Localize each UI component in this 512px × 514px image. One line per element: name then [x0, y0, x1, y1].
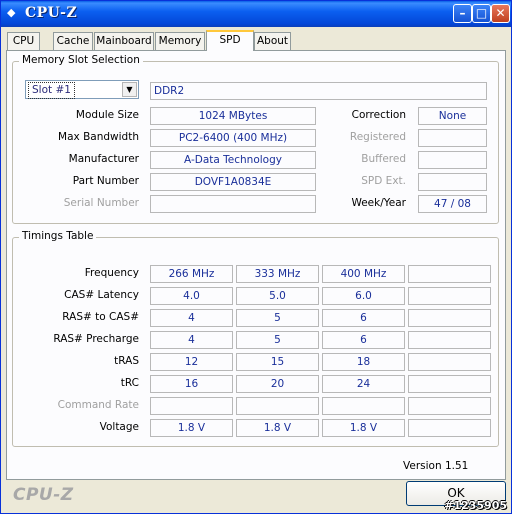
timing-row-label: tRC — [120, 377, 139, 389]
minimize-icon: – — [459, 6, 466, 20]
buffered-field — [418, 151, 487, 169]
module-size-field: 1024 MBytes — [150, 107, 316, 125]
timing-cell — [408, 287, 491, 305]
timing-cell — [322, 397, 405, 415]
timing-cell: 16 — [150, 375, 233, 393]
slot-select-value: Slot #1 — [28, 82, 75, 99]
close-icon: ✕ — [495, 6, 506, 20]
cpuz-logo: CPU-Z — [13, 485, 74, 505]
timing-cell: 4 — [150, 331, 233, 349]
memory-type-field: DDR2 — [150, 82, 487, 100]
tab-about[interactable]: About — [254, 32, 291, 50]
buffered-label: Buffered — [361, 153, 406, 165]
spd-ext-label: SPD Ext. — [361, 175, 406, 187]
timing-cell: 20 — [236, 375, 319, 393]
timing-cell: 6 — [322, 331, 405, 349]
timing-row-label: RAS# to CAS# — [62, 311, 139, 323]
maximize-button[interactable]: □ — [472, 4, 491, 23]
max-bandwidth-field: PC2-6400 (400 MHz) — [150, 129, 316, 147]
slot-select[interactable]: Slot #1 ▼ — [25, 80, 139, 99]
memory-slot-selection-title: Memory Slot Selection — [19, 54, 143, 66]
timing-cell: 5 — [236, 331, 319, 349]
manufacturer-field: A-Data Technology — [150, 151, 316, 169]
spd-ext-field — [418, 173, 487, 191]
tab-memory[interactable]: Memory — [155, 32, 205, 50]
timing-cell: 18 — [322, 353, 405, 371]
timing-cell: 6 — [322, 309, 405, 327]
serial-number-label: Serial Number — [63, 197, 139, 209]
timings-table-title: Timings Table — [19, 230, 97, 242]
max-bandwidth-label: Max Bandwidth — [58, 131, 139, 143]
part-number-field: DOVF1A0834E — [150, 173, 316, 191]
timing-cell — [408, 397, 491, 415]
timings-table-group: Timings Table Frequency 266 MHz 333 MHz … — [12, 230, 499, 447]
timing-cell: 1.8 V — [150, 419, 233, 437]
timing-cell — [236, 397, 319, 415]
timing-cell: 4.0 — [150, 287, 233, 305]
tab-cache[interactable]: Cache — [53, 32, 93, 50]
timing-row-label: CAS# Latency — [64, 289, 139, 301]
timing-row-label: RAS# Precharge — [53, 333, 139, 345]
timing-row-label: Voltage — [99, 421, 139, 433]
timing-cell: 333 MHz — [236, 265, 319, 283]
timing-cell — [408, 309, 491, 327]
timing-row-label: Frequency — [84, 267, 139, 279]
spd-panel: Memory Slot Selection Slot #1 ▼ DDR2 Mod… — [6, 50, 506, 480]
timing-cell: 5.0 — [236, 287, 319, 305]
week-year-field: 47 / 08 — [418, 195, 487, 213]
timing-cell: 400 MHz — [322, 265, 405, 283]
timing-cell — [408, 331, 491, 349]
registered-field — [418, 129, 487, 147]
timing-cell: 1.8 V — [322, 419, 405, 437]
version-label: Version 1.51 — [403, 460, 469, 472]
cpuz-window: ◆ CPU-Z – □ ✕ CPU Cache Mainboard Memory… — [0, 0, 512, 514]
tab-mainboard[interactable]: Mainboard — [94, 32, 154, 50]
tab-cpu[interactable]: CPU — [7, 32, 40, 50]
timing-cell: 1.8 V — [236, 419, 319, 437]
timing-cell — [408, 265, 491, 283]
timing-cell — [408, 419, 491, 437]
timing-cell: 24 — [322, 375, 405, 393]
timing-cell — [408, 375, 491, 393]
title-bar[interactable]: ◆ CPU-Z – □ ✕ — [1, 1, 511, 27]
tab-spd[interactable]: SPD — [206, 30, 254, 51]
week-year-label: Week/Year — [351, 197, 406, 209]
timing-cell — [408, 353, 491, 371]
timing-cell: 15 — [236, 353, 319, 371]
minimize-button[interactable]: – — [453, 4, 472, 23]
timing-cell: 266 MHz — [150, 265, 233, 283]
timing-cell: 12 — [150, 353, 233, 371]
timing-cell: 5 — [236, 309, 319, 327]
registered-label: Registered — [349, 131, 406, 143]
module-size-label: Module Size — [75, 109, 139, 121]
app-icon: ◆ — [7, 6, 16, 19]
timing-row-label: tRAS — [114, 355, 139, 367]
correction-label: Correction — [351, 109, 406, 121]
correction-field: None — [418, 107, 487, 125]
window-title: CPU-Z — [25, 5, 78, 21]
timing-cell: 4 — [150, 309, 233, 327]
part-number-label: Part Number — [72, 175, 139, 187]
serial-number-field — [150, 195, 316, 213]
watermark: #1235905 — [444, 499, 507, 512]
memory-slot-selection-group: Memory Slot Selection Slot #1 ▼ DDR2 Mod… — [12, 54, 499, 224]
close-button[interactable]: ✕ — [491, 4, 510, 23]
timing-cell — [150, 397, 233, 415]
timing-cell: 6.0 — [322, 287, 405, 305]
chevron-down-icon[interactable]: ▼ — [122, 82, 137, 97]
manufacturer-label: Manufacturer — [68, 153, 139, 165]
timing-row-label: Command Rate — [57, 399, 139, 411]
maximize-icon: □ — [475, 6, 488, 20]
